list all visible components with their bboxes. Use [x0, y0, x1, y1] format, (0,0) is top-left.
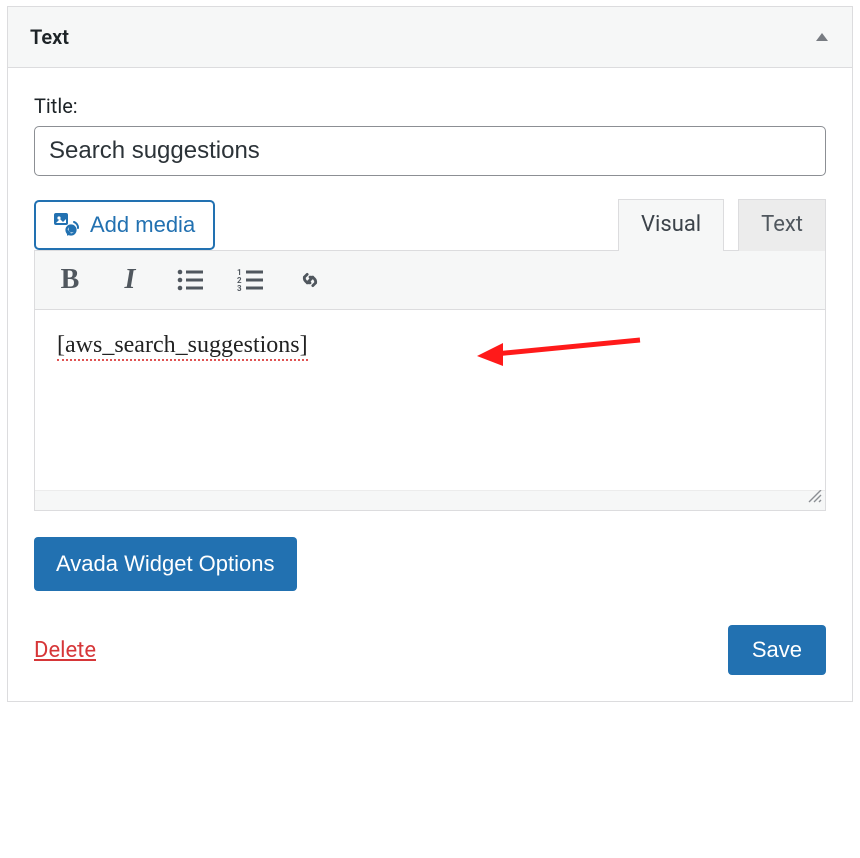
- save-button[interactable]: Save: [728, 625, 826, 675]
- title-input[interactable]: [34, 126, 826, 176]
- widget-title: Text: [30, 25, 69, 49]
- link-button[interactable]: [291, 261, 329, 299]
- add-media-button[interactable]: Add media: [34, 200, 215, 250]
- add-media-label: Add media: [90, 212, 195, 238]
- widget-header[interactable]: Text: [8, 7, 852, 68]
- editor: B I 123 [aws_search_suggestions]: [34, 250, 826, 511]
- widget-body: Title: Add media: [8, 68, 852, 701]
- media-icon: [54, 213, 80, 237]
- title-label: Title:: [34, 94, 826, 118]
- editor-tabs: Visual Text: [618, 198, 826, 250]
- numbered-list-button[interactable]: 123: [231, 261, 269, 299]
- resize-handle-row: [35, 490, 825, 510]
- svg-text:3: 3: [237, 284, 242, 291]
- delete-link[interactable]: Delete: [34, 638, 96, 663]
- avada-widget-options-button[interactable]: Avada Widget Options: [34, 537, 297, 591]
- arrow-annotation: [475, 328, 645, 368]
- tab-visual[interactable]: Visual: [618, 199, 724, 251]
- widget-footer: Delete Save: [34, 625, 826, 675]
- tab-text[interactable]: Text: [738, 199, 826, 251]
- collapse-up-icon: [814, 28, 830, 47]
- editor-content[interactable]: [aws_search_suggestions]: [35, 310, 825, 490]
- editor-toolbar: B I 123: [35, 251, 825, 310]
- italic-button[interactable]: I: [111, 261, 149, 299]
- bold-button[interactable]: B: [51, 261, 89, 299]
- text-widget: Text Title:: [7, 6, 853, 702]
- resize-handle-icon[interactable]: [807, 488, 823, 508]
- media-tab-row: Add media Visual Text: [34, 198, 826, 250]
- bullet-list-button[interactable]: [171, 261, 209, 299]
- shortcode-text: [aws_search_suggestions]: [57, 332, 308, 361]
